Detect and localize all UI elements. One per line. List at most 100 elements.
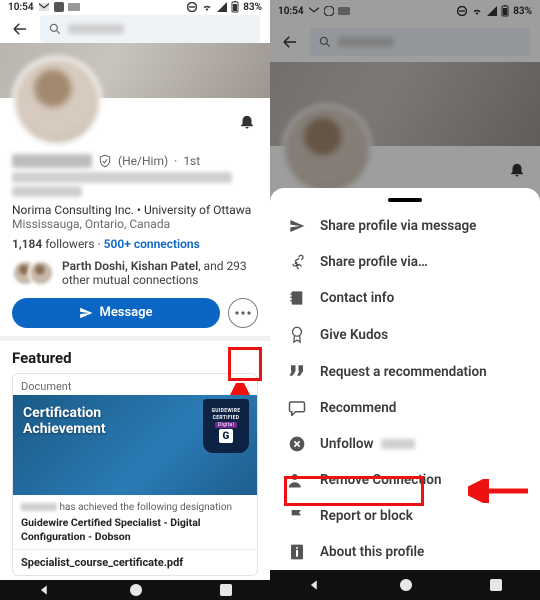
sheet-item-unfollow[interactable]: Unfollow (270, 426, 540, 462)
followers-count: 1,184 (12, 237, 42, 251)
follow-line: 1,184 followers · 500+ connections (12, 237, 258, 251)
flag-icon (288, 508, 306, 524)
gmail-icon (38, 2, 50, 12)
featured-filename: Specialist_course_certificate.pdf (13, 549, 257, 575)
dnd-icon (457, 6, 467, 16)
back-button[interactable] (10, 19, 30, 39)
notification-bell-button[interactable] (506, 158, 528, 180)
more-actions-button[interactable] (228, 298, 258, 328)
mutuals-names: Parth Doshi, Kishan Patel (62, 259, 198, 273)
connection-degree: 1st (183, 154, 200, 168)
sheet-item-kudos[interactable]: Give Kudos (270, 316, 540, 354)
nav-home-icon[interactable] (399, 578, 413, 592)
search-text-blurred (68, 24, 124, 34)
sheet-item-label: Share profile via message (320, 218, 476, 234)
connections-link[interactable]: 500+ connections (104, 237, 200, 251)
sheet-grab-handle[interactable] (388, 198, 422, 202)
search-input[interactable] (310, 28, 530, 56)
profile-avatar[interactable] (282, 104, 372, 194)
featured-card[interactable]: Document Certification Achievement GUIDE… (12, 373, 258, 576)
sheet-item-label: Contact info (320, 290, 394, 306)
status-bar: 10:54 83% (0, 0, 270, 15)
pronouns: (He/Him) (118, 154, 168, 168)
status-bar: 10:54 83% (270, 0, 540, 22)
info-icon (288, 544, 306, 560)
android-nav-bar (0, 580, 270, 600)
featured-heading: Featured (12, 349, 258, 367)
quote-icon (288, 365, 306, 379)
status-battery: 83% (243, 2, 262, 13)
app-badge2-icon (338, 7, 350, 15)
recommend-icon (288, 400, 306, 416)
wifi-icon (201, 2, 213, 12)
annotation-box-more (228, 347, 262, 381)
app-badge2-icon (68, 3, 80, 11)
kudos-icon (288, 326, 306, 344)
sheet-item-recommend[interactable]: Recommend (270, 390, 540, 426)
annotation-box-report (284, 476, 424, 506)
send-icon (288, 218, 306, 234)
sheet-item-info[interactable]: About this profile (270, 534, 540, 570)
sheet-item-contact[interactable]: Contact info (270, 280, 540, 316)
sheet-item-label: Unfollow (320, 436, 373, 452)
sheet-item-send[interactable]: Share profile via message (270, 208, 540, 244)
cert-badge: GUIDEWIRE CERTIFIED Digital G (203, 399, 249, 453)
sheet-item-label: Give Kudos (320, 327, 388, 343)
back-button[interactable] (280, 32, 300, 52)
guidewire-logo-icon: G (219, 429, 233, 443)
search-icon (48, 22, 62, 36)
nav-back-icon[interactable] (308, 578, 322, 592)
sheet-item-label: Request a recommendation (320, 364, 487, 380)
notification-bell-button[interactable] (236, 110, 258, 132)
mutual-connections[interactable]: Parth Doshi, Kishan Patel, and 293 other… (12, 259, 258, 288)
sheet-item-label: Recommend (320, 400, 396, 416)
ellipsis-icon (235, 311, 251, 315)
wifi-icon (471, 6, 483, 16)
nav-recent-icon[interactable] (220, 584, 232, 596)
nav-home-icon[interactable] (129, 583, 143, 597)
cover-photo (0, 43, 270, 98)
app-badge-icon (54, 2, 64, 12)
mutual-avatar (28, 260, 54, 286)
search-icon (318, 35, 332, 49)
search-input[interactable] (40, 15, 260, 43)
send-icon (79, 306, 93, 320)
featured-image: Certification Achievement GUIDEWIRE CERT… (13, 395, 257, 495)
nav-recent-icon[interactable] (490, 579, 502, 591)
android-nav-bar (270, 570, 540, 600)
cover-photo (270, 62, 540, 146)
signal-icon (217, 2, 227, 12)
screenshot-left: 10:54 83% (0, 0, 270, 600)
location: Mississauga, Ontario, Canada (12, 217, 258, 231)
annotation-arrow-report (468, 479, 532, 503)
sheet-item-share[interactable]: Share profile via… (270, 244, 540, 280)
profile-avatar[interactable] (12, 56, 102, 146)
battery-icon (231, 1, 239, 13)
profile-name-blurred (12, 154, 92, 168)
header-row (270, 22, 540, 62)
sheet-item-quote[interactable]: Request a recommendation (270, 354, 540, 390)
verified-shield-icon (98, 154, 112, 168)
sheet-item-label: Share profile via… (320, 254, 428, 270)
unfollow-icon (288, 436, 306, 452)
header-row (0, 15, 270, 43)
dnd-icon (187, 2, 197, 12)
actions-bottom-sheet: Share profile via message Share profile v… (270, 188, 540, 570)
featured-description: has achieved the following designation G… (13, 495, 257, 549)
gmail-icon (308, 6, 320, 16)
headline-blurred (12, 172, 258, 197)
share-icon (288, 254, 306, 270)
contact-icon (288, 290, 306, 306)
chat-icon (324, 6, 334, 16)
designation: Guidewire Certified Specialist - Digital… (21, 516, 249, 543)
nav-back-icon[interactable] (38, 583, 52, 597)
message-label: Message (99, 305, 152, 320)
followers-label: followers (45, 237, 94, 251)
sheet-item-label: Report or block (320, 508, 413, 524)
company-education: Norima Consulting Inc. • University of O… (12, 203, 258, 217)
message-button[interactable]: Message (12, 298, 220, 328)
facepile (12, 260, 54, 286)
sheet-item-label: About this profile (320, 544, 424, 560)
screenshot-right: 10:54 83% (He/Him) (270, 0, 540, 600)
battery-icon (501, 5, 509, 17)
